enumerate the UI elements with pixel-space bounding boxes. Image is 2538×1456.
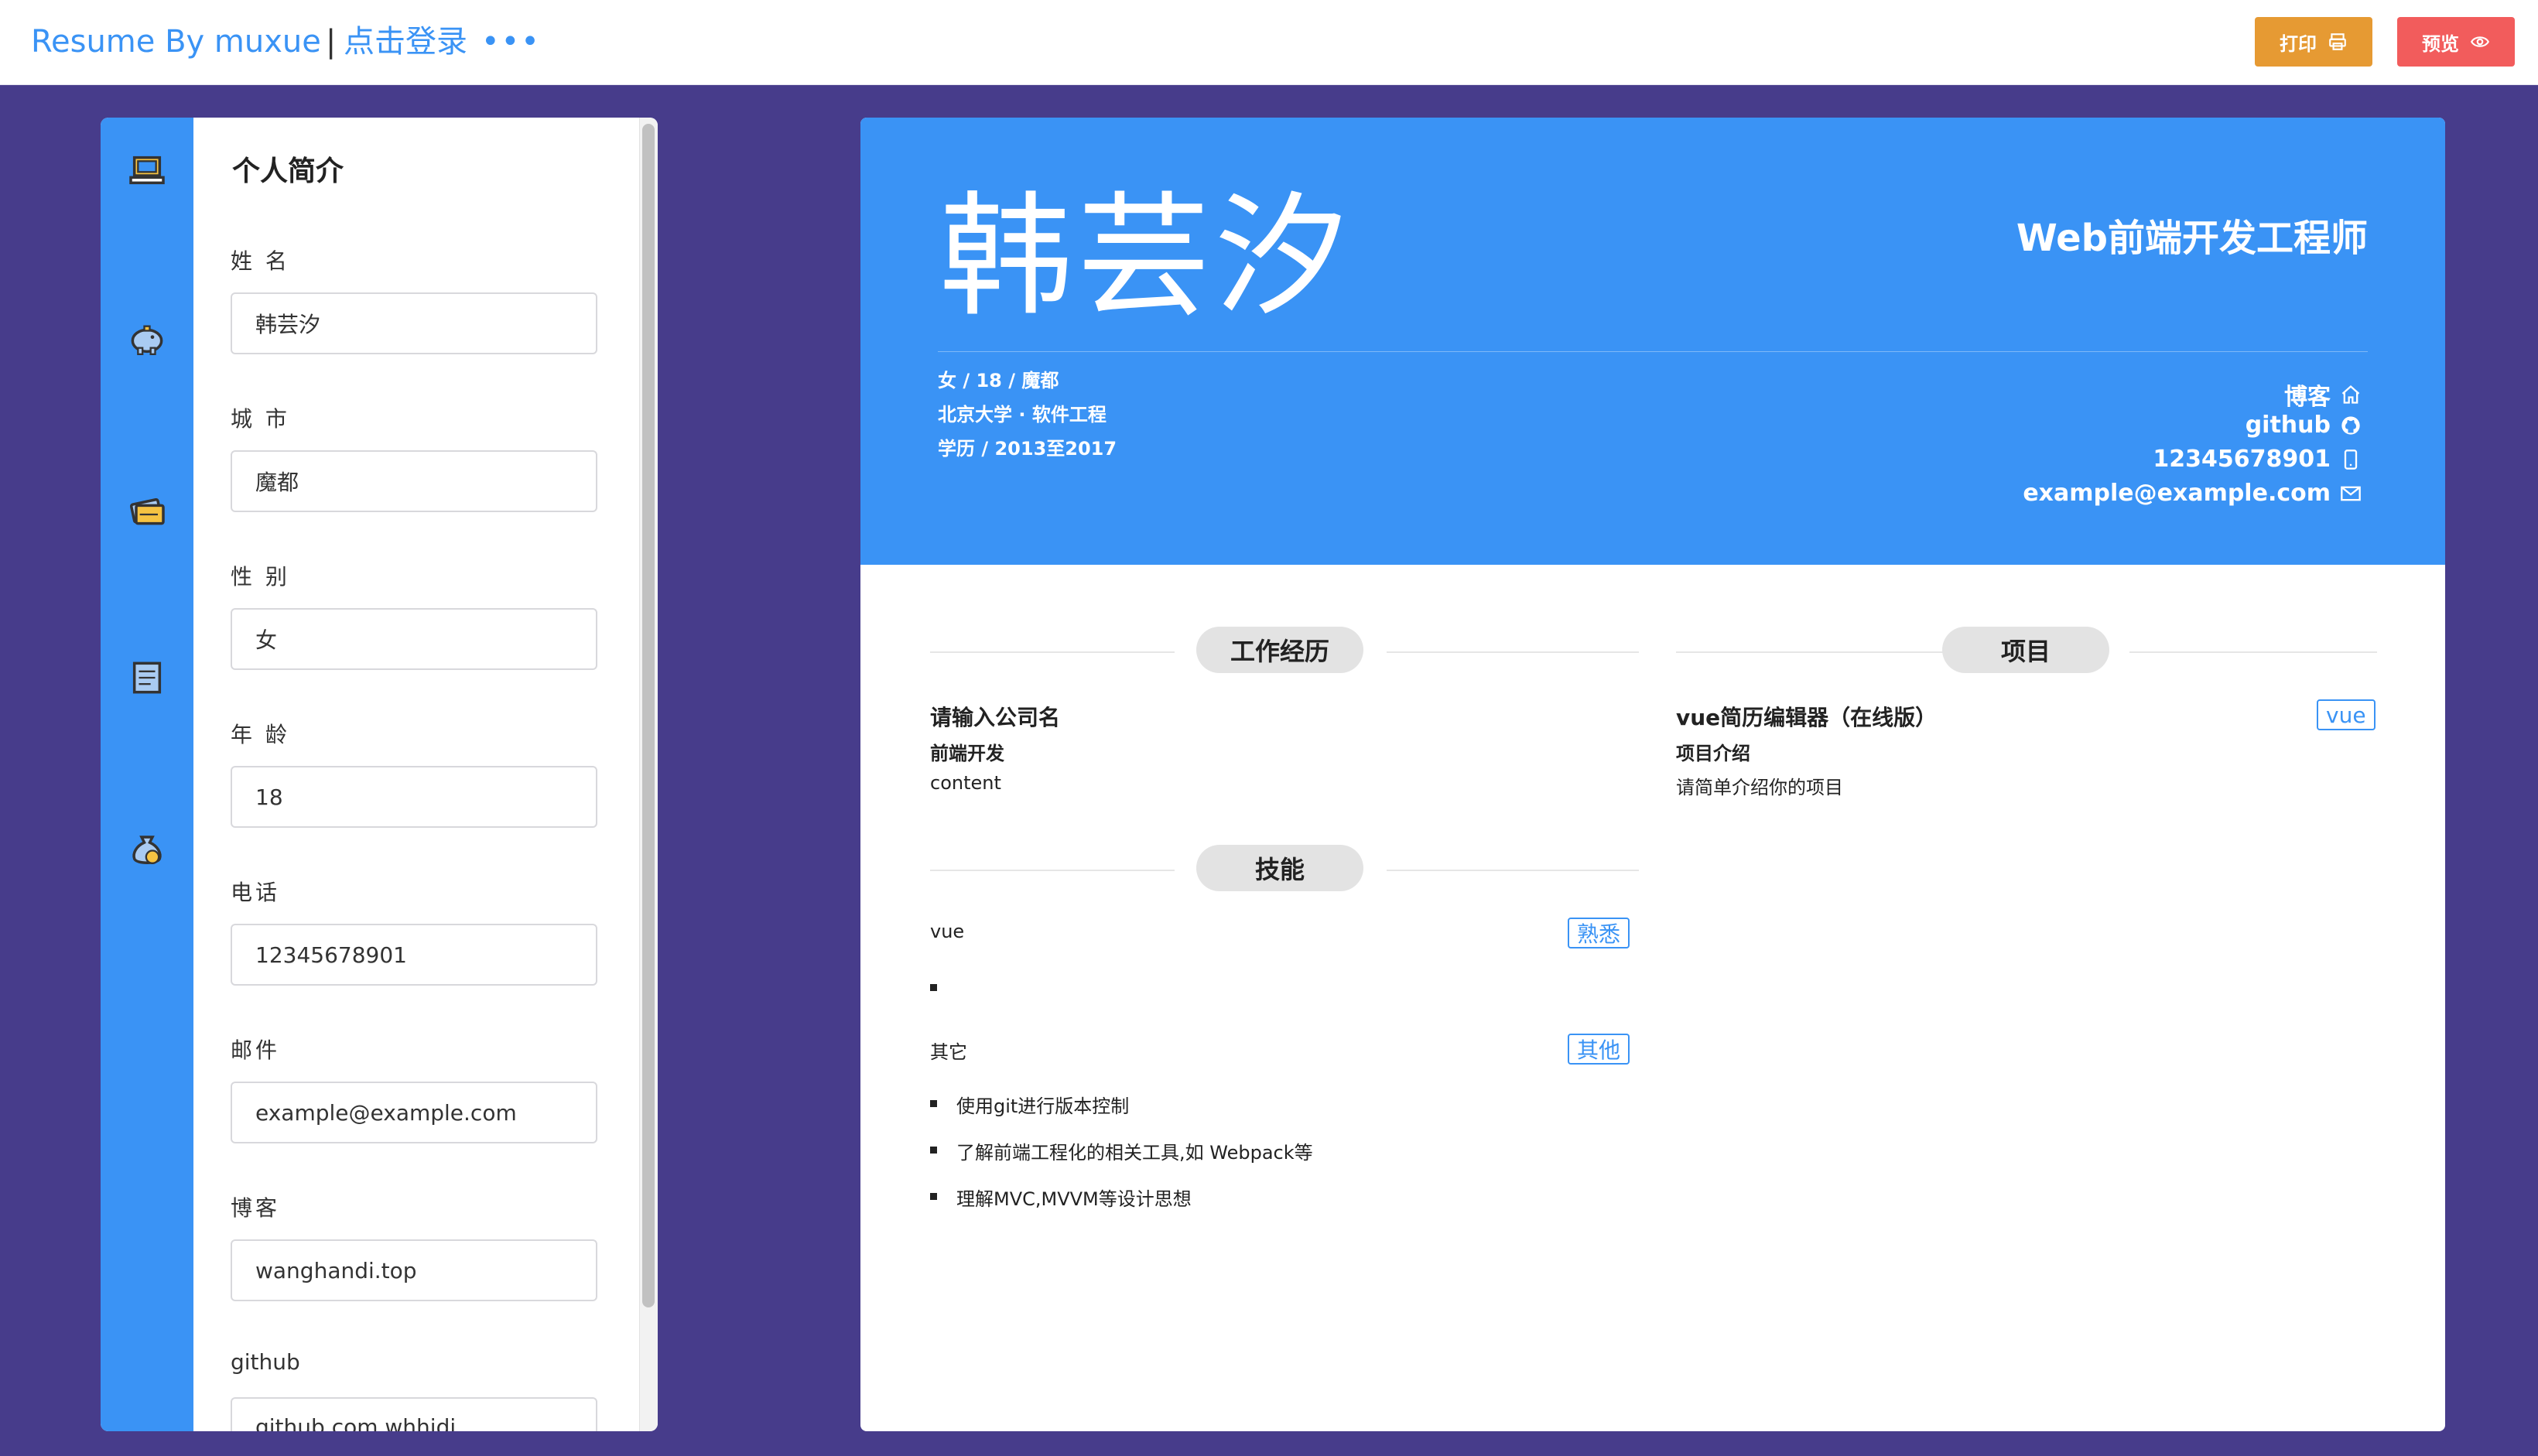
phone-label: 电话 xyxy=(231,880,281,905)
preview-button[interactable]: 预览 xyxy=(2397,17,2515,67)
project-heading: 项目 xyxy=(1942,627,2109,673)
editor-title: 个人简介 xyxy=(232,156,344,187)
resume-name: 韩芸汐 xyxy=(939,179,1353,334)
contact-phone-text: 12345678901 xyxy=(2153,446,2331,473)
degree-info: 学历 / 2013至2017 xyxy=(938,438,1117,460)
brand-text: Resume By muxue xyxy=(31,24,321,60)
contact-github[interactable]: github xyxy=(2246,412,2362,439)
project-intro-label: 项目介绍 xyxy=(1676,743,1750,764)
education-info: 北京大学 · 软件工程 xyxy=(938,404,1107,426)
editor-scrollbar-thumb[interactable] xyxy=(642,124,655,1307)
name-field[interactable]: 韩芸汐 xyxy=(231,292,597,354)
laptop-icon xyxy=(129,156,165,185)
contact-github-text: github xyxy=(2245,412,2331,439)
email-field[interactable]: example@example.com xyxy=(231,1082,597,1143)
print-button-label: 打印 xyxy=(2280,32,2317,55)
rail-item-money[interactable] xyxy=(122,823,172,873)
city-field[interactable]: 魔都 xyxy=(231,450,597,512)
cards-icon xyxy=(129,497,165,525)
skill-level-tag-other: 其他 xyxy=(1568,1034,1630,1065)
preview-button-label: 预览 xyxy=(2422,32,2459,55)
resume-job-title: Web前端开发工程师 xyxy=(2016,217,2368,260)
header-divider xyxy=(938,351,2368,352)
contact-blog[interactable]: 博客 xyxy=(2284,378,2362,412)
project-divider-right xyxy=(2129,651,2377,653)
work-company: 请输入公司名 xyxy=(930,705,1061,730)
city-label: 城 市 xyxy=(231,406,290,432)
brand-logo[interactable]: Resume By muxue | xyxy=(31,20,336,63)
github-field[interactable]: github.com whhidi xyxy=(231,1397,597,1431)
phone-icon xyxy=(2344,449,2358,470)
list-bullet xyxy=(930,1100,937,1107)
list-item: 了解前端工程化的相关工具,如 Webpack等 xyxy=(956,1142,1313,1164)
project-divider-left xyxy=(1676,651,1947,653)
rail-item-document[interactable] xyxy=(122,653,172,702)
gender-label: 性 别 xyxy=(231,564,290,590)
blog-label: 博客 xyxy=(231,1195,281,1221)
top-bar: Resume By muxue | 点击登录 ••• 打印 预览 xyxy=(0,0,2538,85)
work-content: content xyxy=(930,772,1001,794)
section-rail xyxy=(101,118,193,1431)
rail-item-cards[interactable] xyxy=(122,484,172,534)
contact-phone[interactable]: 12345678901 xyxy=(2153,446,2362,473)
document-icon xyxy=(132,661,162,694)
list-bullet xyxy=(930,1147,937,1154)
list-bullet xyxy=(930,1193,937,1200)
work-heading: 工作经历 xyxy=(1196,627,1363,673)
work-divider-right xyxy=(1387,651,1639,653)
resume-header: 韩芸汐 Web前端开发工程师 女 / 18 / 魔都 北京大学 · 软件工程 学… xyxy=(860,118,2445,565)
basic-info: 女 / 18 / 魔都 xyxy=(938,370,1059,391)
work-divider-left xyxy=(930,651,1175,653)
project-tag: vue xyxy=(2317,699,2376,730)
brand-separator: | xyxy=(325,24,337,60)
project-name: vue简历编辑器（在线版） xyxy=(1676,705,1938,730)
gender-field[interactable]: 女 xyxy=(231,608,597,670)
editor-panel: 个人简介 姓 名 韩芸汐 城 市 魔都 性 别 女 年 龄 18 电话 1234… xyxy=(101,118,658,1431)
age-label: 年 龄 xyxy=(231,722,290,747)
list-item: 理解MVC,MVVM等设计思想 xyxy=(956,1188,1192,1210)
list-bullet xyxy=(930,984,937,991)
contact-blog-text: 博客 xyxy=(2284,384,2331,411)
project-intro: 请简单介绍你的项目 xyxy=(1676,777,1843,798)
skill-level-tag: 熟悉 xyxy=(1568,918,1630,948)
contact-email-text: example@example.com xyxy=(2023,480,2331,507)
skills-divider-left xyxy=(930,870,1175,871)
work-position: 前端开发 xyxy=(930,743,1004,764)
rail-item-profile[interactable] xyxy=(122,145,172,195)
resume-preview: 韩芸汐 Web前端开发工程师 女 / 18 / 魔都 北京大学 · 软件工程 学… xyxy=(860,118,2445,1431)
home-icon xyxy=(2341,385,2360,404)
blog-field[interactable]: wanghandi.top xyxy=(231,1239,597,1301)
skills-heading: 技能 xyxy=(1196,845,1363,891)
eye-icon xyxy=(2470,36,2490,47)
skill-name: vue xyxy=(930,921,965,942)
contact-email[interactable]: example@example.com xyxy=(2023,480,2362,507)
skills-divider-right xyxy=(1387,870,1639,871)
rail-item-finance[interactable] xyxy=(122,314,172,364)
more-menu-icon[interactable]: ••• xyxy=(481,20,541,63)
skill-name-other: 其它 xyxy=(930,1041,967,1063)
phone-field[interactable]: 12345678901 xyxy=(231,924,597,986)
email-label: 邮件 xyxy=(231,1037,281,1063)
print-button[interactable]: 打印 xyxy=(2255,17,2372,67)
mail-icon xyxy=(2341,486,2361,501)
login-link[interactable]: 点击登录 xyxy=(344,20,467,63)
name-label: 姓 名 xyxy=(231,248,290,274)
age-field[interactable]: 18 xyxy=(231,766,597,828)
list-item: 使用git进行版本控制 xyxy=(956,1095,1130,1117)
github-label: github xyxy=(231,1349,300,1375)
printer-icon xyxy=(2329,33,2346,50)
github-icon xyxy=(2341,415,2360,435)
piggy-bank-icon xyxy=(131,325,163,355)
money-bag-icon xyxy=(132,836,162,864)
